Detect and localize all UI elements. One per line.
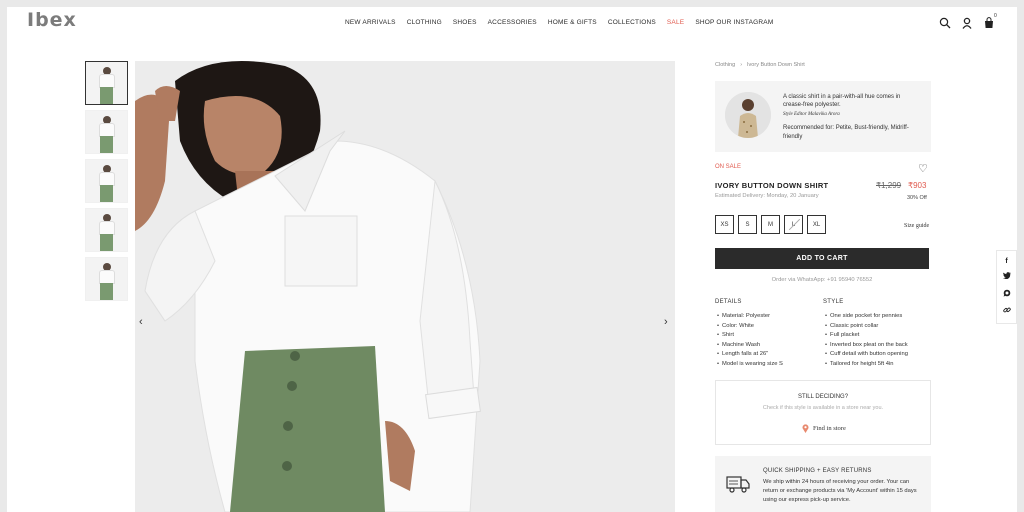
thumbnail-4[interactable] [85, 208, 128, 252]
size-xs[interactable]: XS [715, 215, 734, 234]
cart-icon[interactable]: 0 [983, 13, 997, 28]
cart-count: 0 [994, 13, 997, 19]
user-icon[interactable] [961, 16, 973, 29]
logo[interactable]: Ibex [27, 9, 77, 31]
wishlist-heart-icon[interactable]: ♡ [918, 162, 928, 175]
nav-sale[interactable]: SALE [667, 19, 684, 26]
size-guide-link[interactable]: Size guide [904, 223, 929, 229]
shipping-title: QUICK SHIPPING + EASY RETURNS [763, 468, 872, 474]
still-deciding-title: STILL DECIDING? [797, 394, 849, 400]
sale-price: ₹903 [908, 181, 927, 190]
still-deciding-subtitle: Check if this style is available in a st… [762, 405, 884, 411]
thumbnail-2[interactable] [85, 110, 128, 154]
list-item: Color: White [717, 322, 783, 332]
find-in-store-label: Find in store [813, 425, 846, 432]
header-icons: 0 [939, 13, 997, 29]
estimated-delivery: Estimated Delivery: Monday, 20 January [715, 193, 819, 199]
style-heading: STYLE [823, 299, 844, 305]
list-item: Full placket [825, 331, 908, 341]
delivery-truck-icon [726, 474, 750, 499]
breadcrumb-current: Ivory Button Down Shirt [747, 62, 805, 68]
details-list: Material: Polyester Color: White Shirt M… [717, 312, 783, 370]
breadcrumb-clothing[interactable]: Clothing [715, 62, 735, 68]
product-main-image[interactable]: ‹ › [135, 61, 675, 512]
still-deciding-box: STILL DECIDING? Check if this style is a… [715, 380, 931, 445]
find-in-store-link[interactable]: Find in store [802, 424, 846, 433]
size-xl[interactable]: XL [807, 215, 826, 234]
style-editor-box: A classic shirt in a pair-with-all hue c… [715, 81, 931, 152]
list-item: Machine Wash [717, 341, 783, 351]
list-item: Material: Polyester [717, 312, 783, 322]
thumbnail-3[interactable] [85, 159, 128, 203]
product-page: Ibex NEW ARRIVALS CLOTHING SHOES ACCESSO… [7, 7, 1017, 512]
details-heading: DETAILS [715, 299, 742, 305]
nav-shoes[interactable]: SHOES [453, 19, 477, 26]
nav-instagram[interactable]: SHOP OUR INSTAGRAM [695, 19, 773, 26]
size-l[interactable]: L [784, 215, 803, 234]
editor-avatar [725, 92, 771, 138]
prev-image-arrow[interactable]: ‹ [139, 316, 143, 328]
list-item: Model is wearing size S [717, 360, 783, 370]
location-pin-icon [802, 424, 809, 433]
list-item: Inverted box pleat on the back [825, 341, 908, 351]
breadcrumb-separator: › [740, 62, 743, 68]
product-title: IVORY BUTTON DOWN SHIRT [715, 181, 829, 190]
shipping-box: QUICK SHIPPING + EASY RETURNS We ship wi… [715, 456, 931, 512]
style-list: One side pocket for pennies Classic poin… [825, 312, 908, 370]
nav-clothing[interactable]: CLOTHING [407, 19, 442, 26]
size-s[interactable]: S [738, 215, 757, 234]
main-nav: NEW ARRIVALS CLOTHING SHOES ACCESSORIES … [345, 19, 773, 26]
nav-accessories[interactable]: ACCESSORIES [488, 19, 537, 26]
list-item: One side pocket for pennies [825, 312, 908, 322]
search-icon[interactable] [939, 16, 951, 29]
list-item: Tailored for height 5ft 4in [825, 360, 908, 370]
add-to-cart-button[interactable]: ADD TO CART [715, 248, 929, 269]
thumbnail-list [85, 61, 128, 301]
thumbnail-1[interactable] [85, 61, 128, 105]
thumbnail-5[interactable] [85, 257, 128, 301]
whatsapp-order[interactable]: Order via WhatsApp: +91 95940 76552 [715, 277, 929, 283]
nav-new-arrivals[interactable]: NEW ARRIVALS [345, 19, 396, 26]
list-item: Classic point collar [825, 322, 908, 332]
discount-label: 30% Off [907, 195, 927, 201]
list-item: Length falls at 26" [717, 350, 783, 360]
nav-collections[interactable]: COLLECTIONS [608, 19, 656, 26]
original-price: ₹1,299 [876, 181, 902, 190]
list-item: Cuff detail with button opening [825, 350, 908, 360]
size-selector: XS S M L XL [715, 215, 826, 234]
social-share-bar: f [996, 250, 1017, 324]
link-icon[interactable] [1002, 306, 1011, 316]
editor-recommendation: Recommended for: Petite, Bust-friendly, … [783, 125, 909, 140]
list-item: Shirt [717, 331, 783, 341]
facebook-icon[interactable]: f [1005, 258, 1007, 265]
model-illustration [135, 61, 675, 512]
breadcrumb: Clothing › Ivory Button Down Shirt [715, 62, 805, 68]
size-m[interactable]: M [761, 215, 780, 234]
whatsapp-icon[interactable] [1003, 289, 1011, 299]
on-sale-badge: ON SALE [715, 164, 742, 170]
editor-name: Style Editor Malavika Arora [783, 112, 840, 117]
nav-home-gifts[interactable]: HOME & GIFTS [548, 19, 597, 26]
editor-quote: A classic shirt in a pair-with-all hue c… [783, 94, 901, 108]
twitter-icon[interactable] [1002, 272, 1011, 281]
next-image-arrow[interactable]: › [664, 316, 668, 328]
shipping-text: We ship within 24 hours of receiving you… [763, 479, 917, 503]
